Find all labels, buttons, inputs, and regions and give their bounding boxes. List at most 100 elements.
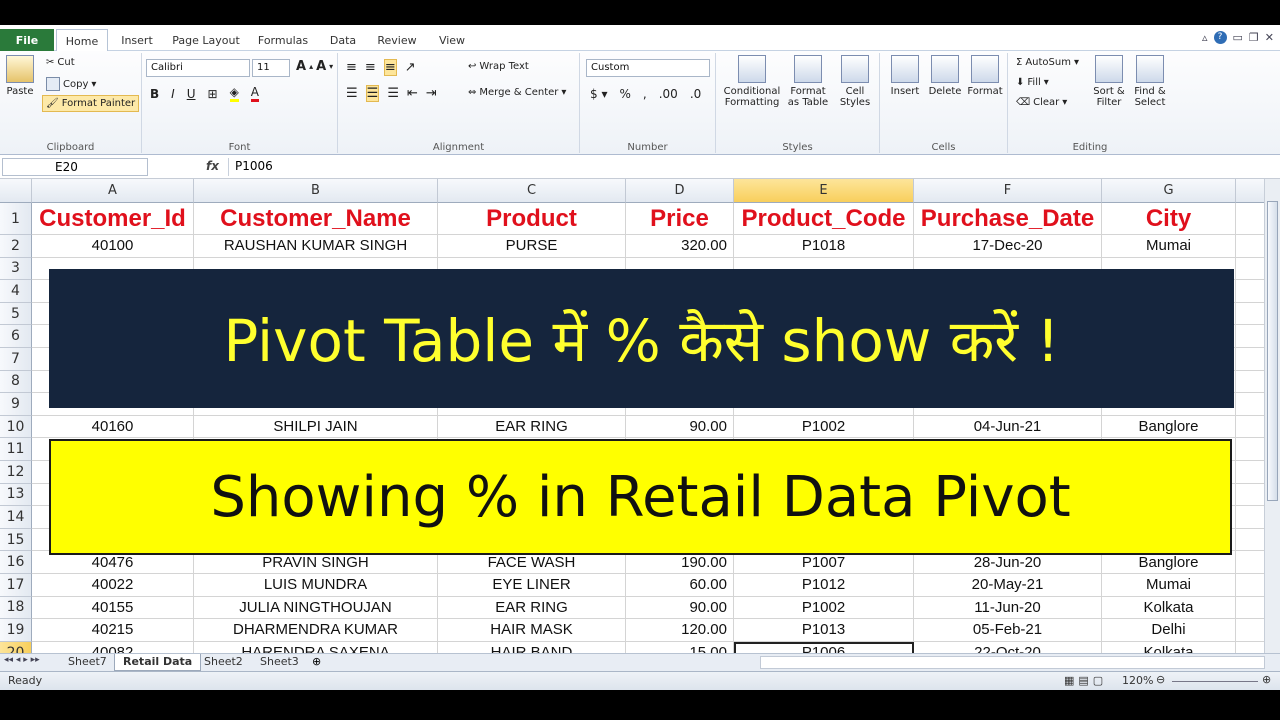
- row-header[interactable]: 18: [0, 596, 32, 620]
- sheet-tab-retail-data[interactable]: Retail Data: [114, 654, 202, 671]
- data-cell[interactable]: 90.00: [626, 596, 734, 620]
- format-painter-button[interactable]: 🖌 Format Painter: [42, 95, 140, 112]
- data-cell[interactable]: 120.00: [626, 619, 734, 642]
- autosum-button[interactable]: Σ AutoSum ▾: [1016, 57, 1079, 68]
- orientation-icon[interactable]: ↗: [405, 60, 416, 75]
- data-cell[interactable]: 320.00: [626, 235, 734, 258]
- empty-cell[interactable]: [1236, 348, 1264, 371]
- tab-home[interactable]: Home: [56, 29, 108, 52]
- format-cells-button[interactable]: Format: [966, 55, 1004, 97]
- font-size-select[interactable]: 11: [252, 59, 290, 77]
- italic-icon[interactable]: I: [171, 87, 175, 101]
- data-cell[interactable]: P1006: [734, 641, 914, 653]
- row-header[interactable]: 10: [0, 415, 32, 439]
- zoom-in-icon[interactable]: ⊕: [1262, 673, 1271, 686]
- row-header[interactable]: 9: [0, 393, 32, 416]
- zoom-slider[interactable]: [1172, 681, 1258, 682]
- underline-icon[interactable]: U: [187, 87, 196, 101]
- row-header[interactable]: 4: [0, 280, 32, 303]
- empty-cell[interactable]: [1236, 642, 1264, 653]
- row-header[interactable]: 8: [0, 370, 32, 394]
- cut-button[interactable]: ✂ Cut: [46, 57, 75, 68]
- empty-cell[interactable]: [1236, 597, 1264, 620]
- data-cell[interactable]: JULIA NINGTHOUJAN: [194, 596, 438, 620]
- align-top-icon[interactable]: ≡: [346, 60, 357, 75]
- minimize-ribbon-icon[interactable]: ▵: [1202, 31, 1208, 44]
- minimize-icon[interactable]: ▭: [1233, 31, 1243, 44]
- empty-cell[interactable]: [1236, 438, 1264, 461]
- empty-cell[interactable]: [1236, 529, 1264, 552]
- insert-cells-button[interactable]: Insert: [886, 55, 924, 97]
- empty-cell[interactable]: [1236, 461, 1264, 484]
- row-header[interactable]: 13: [0, 483, 32, 507]
- help-icon[interactable]: ?: [1213, 31, 1227, 44]
- format-as-table-button[interactable]: Format as Table: [786, 55, 830, 108]
- data-cell[interactable]: 60.00: [626, 574, 734, 597]
- delete-cells-button[interactable]: Delete: [926, 55, 964, 97]
- empty-cell[interactable]: [1236, 325, 1264, 348]
- percent-icon[interactable]: %: [619, 87, 630, 101]
- sort-filter-button[interactable]: Sort & Filter: [1090, 55, 1128, 108]
- zoom-level[interactable]: 120%: [1122, 674, 1153, 687]
- column-header[interactable]: E: [734, 179, 914, 203]
- clear-button[interactable]: ⌫ Clear ▾: [1016, 97, 1067, 108]
- row-header[interactable]: 17: [0, 574, 32, 597]
- horizontal-scrollbar[interactable]: [760, 656, 1265, 669]
- header-cell[interactable]: City: [1102, 203, 1236, 235]
- view-mode-icons[interactable]: ▦▤▢: [1064, 674, 1107, 687]
- row-header[interactable]: 7: [0, 348, 32, 371]
- data-cell[interactable]: SHILPI JAIN: [194, 415, 438, 439]
- indent-icon[interactable]: ⇤: [407, 86, 418, 101]
- column-header[interactable]: C: [438, 179, 626, 203]
- name-box[interactable]: E20: [2, 158, 148, 176]
- data-cell[interactable]: HAIR BAND: [438, 641, 626, 653]
- new-sheet-icon[interactable]: ⊕: [312, 655, 321, 668]
- fx-icon[interactable]: fx: [206, 159, 219, 173]
- data-cell[interactable]: HARENDRA SAXENA: [194, 641, 438, 653]
- align-middle-icon[interactable]: ≡: [365, 60, 376, 75]
- data-cell[interactable]: RAUSHAN KUMAR SINGH: [194, 235, 438, 258]
- vertical-scrollbar[interactable]: [1264, 179, 1280, 653]
- column-header[interactable]: D: [626, 179, 734, 203]
- sheet-nav-arrows[interactable]: ◂◂ ◂ ▸ ▸▸: [4, 655, 40, 665]
- data-cell[interactable]: DHARMENDRA KUMAR: [194, 619, 438, 642]
- select-all-corner[interactable]: [0, 179, 32, 203]
- fill-button[interactable]: ⬇ Fill ▾: [1016, 77, 1049, 88]
- data-cell[interactable]: Banglore: [1102, 415, 1236, 439]
- data-cell[interactable]: Mumai: [1102, 235, 1236, 258]
- tab-data[interactable]: Data: [322, 29, 364, 51]
- data-cell[interactable]: 15.00: [626, 641, 734, 653]
- row-header[interactable]: 11: [0, 438, 32, 461]
- tab-review[interactable]: Review: [372, 29, 422, 51]
- empty-cell[interactable]: [1236, 484, 1264, 507]
- tab-formulas[interactable]: Formulas: [252, 29, 314, 51]
- column-header[interactable]: F: [914, 179, 1102, 203]
- row-header[interactable]: 6: [0, 325, 32, 348]
- row-header[interactable]: 1: [0, 203, 32, 235]
- number-format-select[interactable]: Custom: [586, 59, 710, 77]
- row-header[interactable]: 19: [0, 619, 32, 642]
- zoom-out-icon[interactable]: ⊖: [1156, 673, 1165, 686]
- empty-cell[interactable]: [1236, 280, 1264, 303]
- empty-cell[interactable]: [1236, 258, 1264, 281]
- paste-button[interactable]: Paste: [6, 55, 34, 97]
- decrease-decimal-icon[interactable]: .0: [690, 87, 701, 101]
- empty-cell[interactable]: [1236, 371, 1264, 394]
- sheet-tab-sheet3[interactable]: Sheet3: [252, 654, 307, 671]
- data-cell[interactable]: 04-Jun-21: [914, 415, 1102, 439]
- empty-cell[interactable]: [1236, 203, 1264, 235]
- data-cell[interactable]: Kolkata: [1102, 641, 1236, 653]
- outdent-icon[interactable]: ⇥: [426, 86, 437, 101]
- row-header[interactable]: 2: [0, 235, 32, 258]
- header-cell[interactable]: Customer_Name: [194, 203, 438, 235]
- empty-cell[interactable]: [1236, 619, 1264, 642]
- column-header[interactable]: B: [194, 179, 438, 203]
- conditional-formatting-button[interactable]: Conditional Formatting: [722, 55, 782, 108]
- data-cell[interactable]: PURSE: [438, 235, 626, 258]
- currency-icon[interactable]: $ ▾: [590, 87, 607, 101]
- data-cell[interactable]: 40160: [32, 415, 194, 439]
- align-right-icon[interactable]: ☰: [387, 86, 399, 101]
- header-cell[interactable]: Price: [626, 203, 734, 235]
- copy-button[interactable]: Copy ▾: [46, 77, 96, 91]
- column-header[interactable]: A: [32, 179, 194, 203]
